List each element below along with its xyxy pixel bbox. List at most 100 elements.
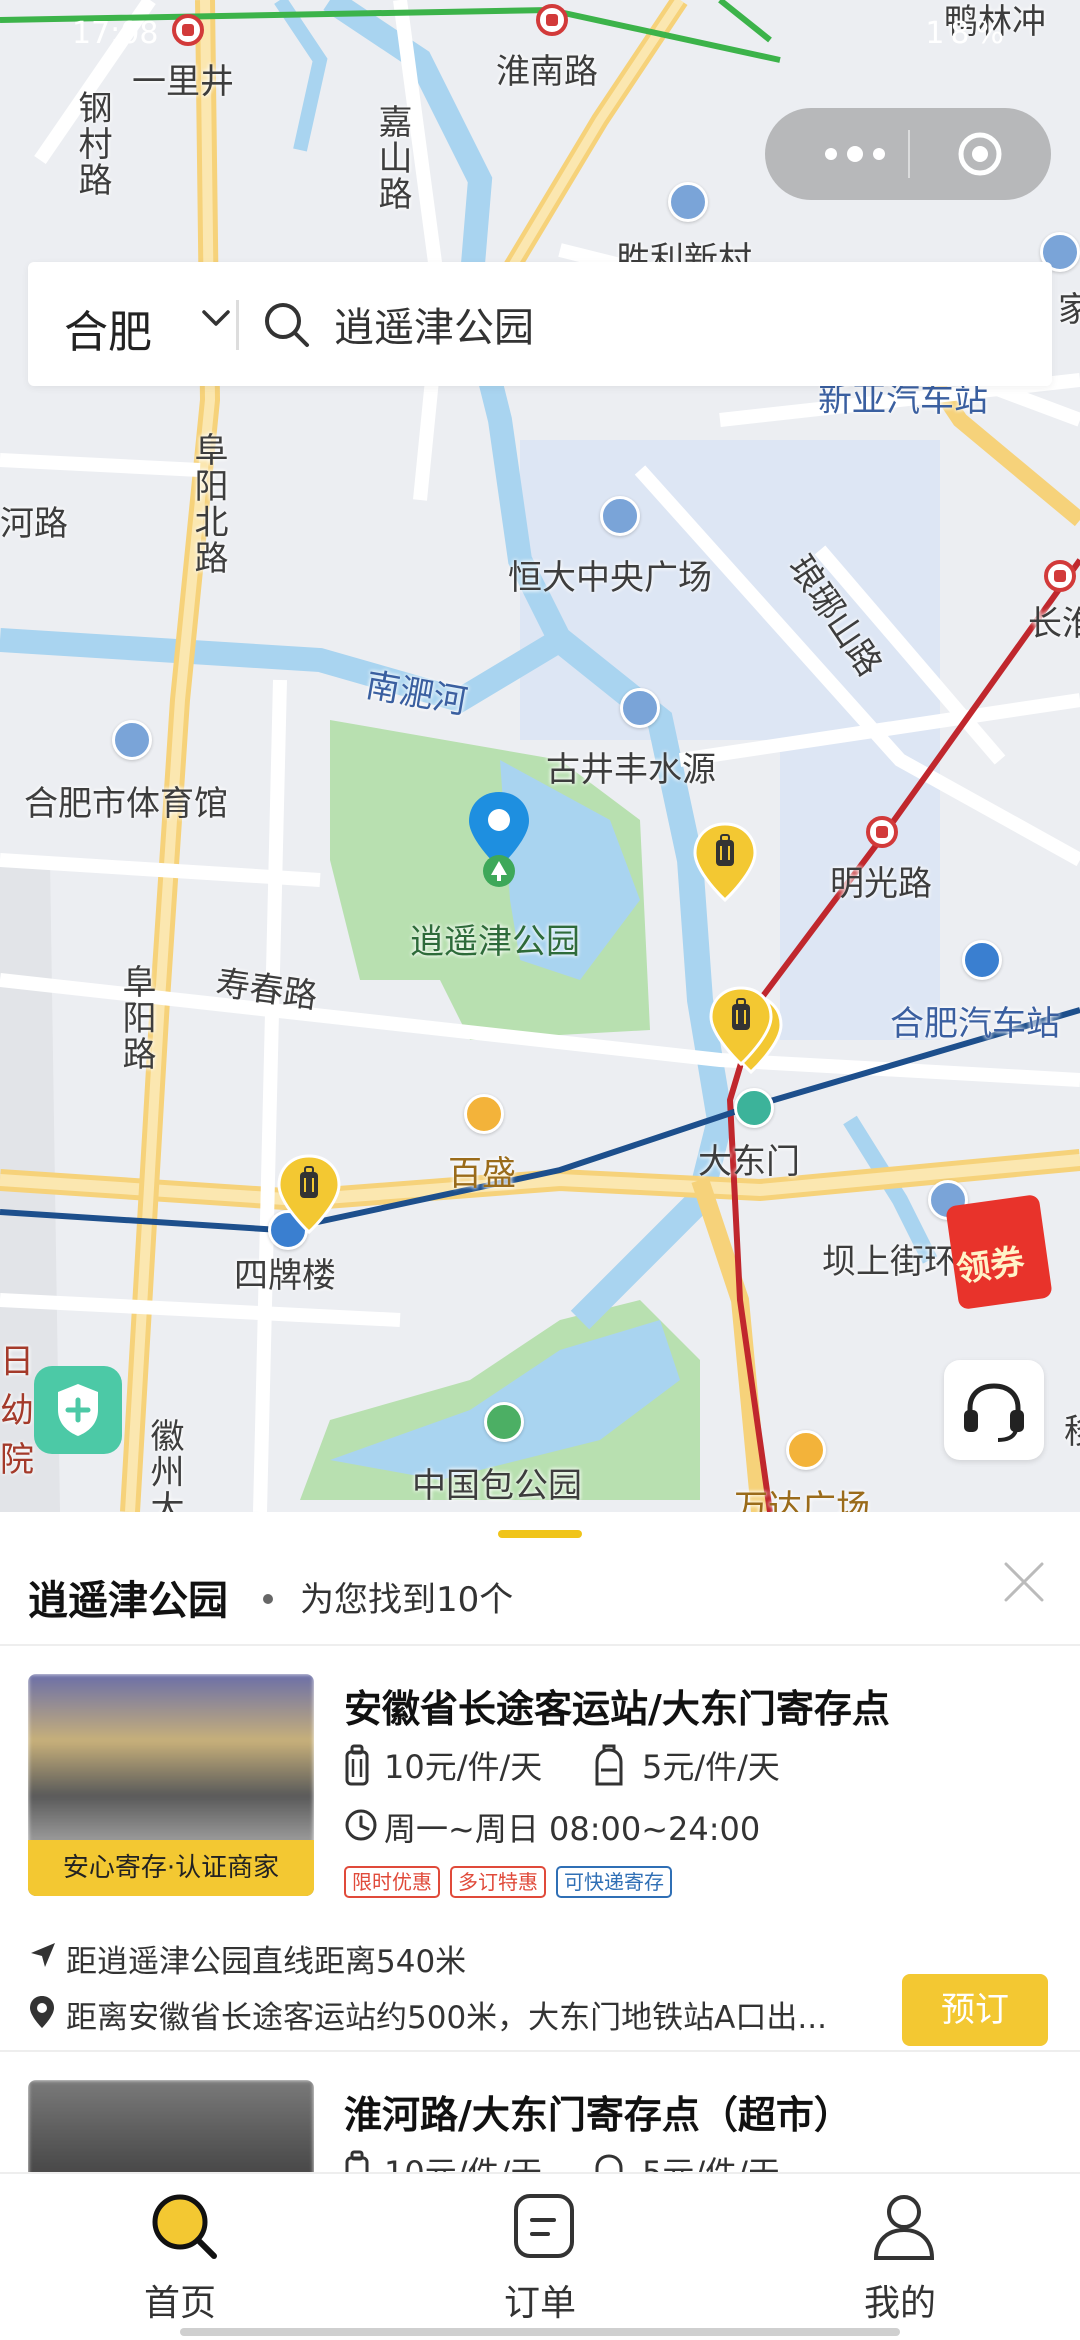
opening-hours: 周一~周日 08:00~24:00	[384, 1810, 761, 1848]
poi-icon	[668, 182, 708, 222]
tab-home[interactable]: 首页	[80, 2190, 280, 2330]
tab-orders[interactable]: 订单	[440, 2190, 640, 2330]
luggage-icon	[345, 2150, 369, 2172]
capsule-divider	[908, 130, 910, 178]
luggage-price: 10元/件/天	[384, 1748, 543, 1786]
tab-label: 我的	[863, 2283, 936, 2324]
close-miniprogram-icon[interactable]	[958, 132, 1002, 176]
map-view[interactable]: 一里井 淮南路 鸭林冲 钢村路 嘉山路 胜利新村 新亚汽车站 家 阜阳北路 河路…	[0, 0, 1080, 1512]
sheet-divider	[0, 1644, 1080, 1646]
book-button[interactable]: 预订	[902, 1974, 1048, 2046]
map-label: 河路	[0, 504, 68, 544]
park-tree-icon	[483, 855, 515, 887]
luggage-price: 10元/件/天	[384, 2148, 542, 2172]
express-badge: 可快递寄存	[556, 1866, 672, 1898]
bag-price: 5元/件/天	[642, 2148, 780, 2172]
clock-icon	[345, 1809, 377, 1841]
results-place-name: 逍遥津公园	[28, 1578, 228, 1624]
navigation-arrow-icon	[31, 1943, 55, 1967]
coupon-label: 领券	[954, 1241, 1027, 1291]
map-label: 恒大中央广场	[508, 558, 712, 598]
map-label: 万达广场	[734, 1488, 870, 1512]
bus-station-icon	[962, 940, 1002, 980]
location-pin-icon	[30, 1996, 54, 2028]
storage-thumbnail: 安心寄存·认证商家	[28, 1674, 314, 1896]
park-icon	[484, 1402, 524, 1442]
miniprogram-capsule	[765, 108, 1051, 200]
tab-profile[interactable]: 我的	[800, 2190, 1000, 2330]
more-menu-button[interactable]	[805, 130, 905, 178]
map-base-layer	[0, 0, 1080, 1512]
home-search-icon	[152, 2194, 217, 2259]
sheet-drag-handle[interactable]	[498, 1530, 582, 1538]
item-divider	[0, 2050, 1080, 2052]
storage-marker-icon[interactable]	[692, 822, 758, 902]
map-label: 阜阳北路	[188, 432, 228, 576]
map-label: 长淮	[1028, 604, 1080, 644]
tab-label: 订单	[503, 2283, 576, 2324]
badge-list: 限时优惠 多订特惠 可快递寄存	[344, 1866, 672, 1898]
storage-photo	[28, 2080, 314, 2172]
tab-label: 首页	[143, 2283, 216, 2324]
safety-shield-button[interactable]	[34, 1366, 122, 1454]
storage-title: 淮河路/大东门寄存点（超市）	[344, 2093, 852, 2137]
map-label: 中国包公园	[412, 1466, 582, 1506]
headset-icon	[964, 1383, 1024, 1442]
backpack-icon	[595, 1744, 623, 1786]
poi-icon	[620, 688, 660, 728]
metro-station-icon	[1044, 560, 1076, 592]
results-sheet: 逍遥津公园 为您找到10个 安心寄存·认证商家 安徽省长途客运站/大东门寄存点 …	[0, 1512, 1080, 2172]
storage-thumbnail	[28, 2080, 314, 2172]
storage-address: 距离安徽省长途客运站约500米，大东门地铁站A口出...	[66, 2000, 827, 2036]
bag-price: 5元/件/天	[642, 1748, 780, 1786]
map-label: 合肥汽车站	[890, 1004, 1060, 1044]
backpack-icon	[595, 2154, 623, 2172]
results-count: 为您找到10个	[300, 1580, 514, 1620]
search-input[interactable]	[334, 298, 974, 350]
map-label: 移	[1064, 1404, 1080, 1453]
map-label: 阜阳路	[116, 964, 156, 1072]
map-label: 徽州大	[144, 1418, 184, 1512]
metro-transfer-icon	[734, 1088, 774, 1128]
orders-icon	[514, 2194, 574, 2258]
storage-title: 安徽省长途客运站/大东门寄存点	[344, 1687, 890, 1731]
metro-station-icon	[866, 816, 898, 848]
map-label: 明光路	[830, 864, 932, 904]
app-root: 一里井 淮南路 鸭林冲 钢村路 嘉山路 胜利新村 新亚汽车站 家 阜阳北路 河路…	[0, 0, 1080, 2340]
storage-marker-icon[interactable]	[708, 986, 774, 1066]
luggage-icon	[345, 1744, 369, 1786]
storage-marker-icon[interactable]	[276, 1154, 342, 1234]
home-indicator	[180, 2328, 900, 2336]
straight-distance: 距逍遥津公园直线距离540米	[66, 1944, 467, 1980]
shopping-icon	[464, 1094, 504, 1134]
shield-plus-icon	[58, 1384, 98, 1436]
status-battery: 18%	[925, 16, 1010, 51]
chevron-down-icon[interactable]	[200, 306, 232, 330]
status-bar: 17:08 18%	[0, 0, 1080, 70]
promo-badge: 多订特惠	[450, 1866, 546, 1898]
map-label: 四牌楼	[234, 1256, 336, 1296]
stadium-icon	[112, 720, 152, 760]
coupon-button[interactable]: 领券	[945, 1190, 1080, 1316]
promo-badge: 限时优惠	[344, 1866, 440, 1898]
customer-service-button[interactable]	[944, 1360, 1044, 1460]
close-icon[interactable]	[1000, 1558, 1048, 1606]
search-bar: 合肥	[28, 262, 1052, 386]
shopping-icon	[786, 1430, 826, 1470]
city-selector[interactable]: 合肥	[64, 296, 152, 360]
map-label: 逍遥津公园	[410, 922, 580, 962]
map-label: 合肥市体育馆	[24, 784, 228, 824]
map-label: 钢村路	[72, 90, 112, 198]
map-label: 坝上街环	[822, 1242, 958, 1282]
separator-dot	[263, 1594, 273, 1604]
bottom-tab-bar: 首页 订单 我的	[0, 2172, 1080, 2340]
search-divider	[236, 300, 239, 350]
search-icon	[265, 303, 309, 347]
user-icon	[873, 2195, 935, 2260]
map-label: 家	[1058, 290, 1080, 330]
map-label: 嘉山路	[372, 104, 412, 212]
poi-icon	[600, 496, 640, 536]
map-label: 大东门	[698, 1142, 800, 1182]
map-label: 古井丰水源	[546, 750, 716, 790]
certified-tag: 安心寄存·认证商家	[28, 1840, 314, 1896]
